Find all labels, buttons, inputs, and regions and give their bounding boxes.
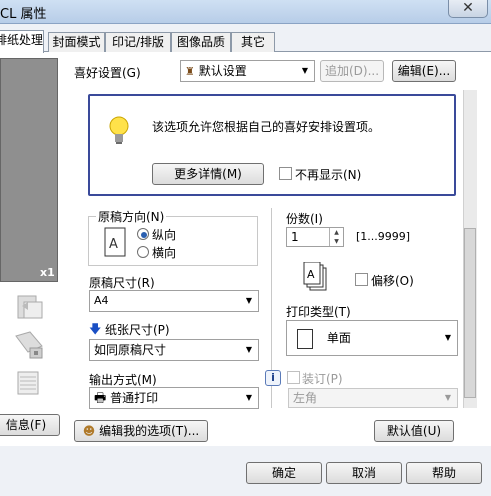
favorites-label: 喜好设置(G)	[74, 66, 141, 80]
printer-icon: 🖶	[94, 391, 107, 406]
staple-icon	[12, 292, 46, 322]
chevron-down-icon: ▼	[245, 296, 252, 305]
user-icon: ☻	[82, 424, 96, 438]
tip-text: 该选项允许您根据自己的喜好安排设置项。	[152, 120, 381, 134]
cancel-button[interactable]: 取消	[326, 462, 402, 484]
arrow-down-icon: 🡇	[89, 322, 102, 336]
scrollbar-thumb[interactable]	[464, 228, 476, 398]
tab-paper-handling[interactable]: 排纸处理	[0, 30, 44, 53]
preview-copy-count: x1	[40, 266, 55, 279]
tab-other[interactable]: 其它	[231, 32, 275, 52]
dont-show-again-checkbox[interactable]	[279, 167, 292, 180]
chevron-down-icon: ▼	[245, 345, 252, 354]
window-title: CL 属性	[0, 7, 47, 22]
tip-box	[88, 94, 456, 196]
tab-cover-mode[interactable]: 封面模式	[48, 32, 105, 52]
chevron-down-icon: ▼	[444, 333, 451, 342]
portrait-label: 纵向	[152, 228, 177, 242]
paper-size-select[interactable]: 如同原稿尺寸 ▼	[89, 339, 259, 361]
collate-pages-icon: A	[302, 261, 328, 292]
add-favorite-button[interactable]: 追加(D)...	[320, 60, 384, 82]
info-button[interactable]: 信息(F)	[0, 414, 60, 436]
original-size-label: 原稿尺寸(R)	[89, 276, 155, 290]
output-method-select[interactable]: 🖶 普通打印 ▼	[89, 387, 259, 409]
info-icon[interactable]: i	[265, 370, 281, 386]
edit-my-tab-button[interactable]: ☻ 编辑我的选项(T)...	[74, 420, 208, 442]
single-side-page-icon	[297, 328, 313, 349]
staple-label: 装订(P)	[302, 372, 343, 386]
offset-label: 偏移(O)	[371, 274, 414, 288]
staple-position-value: 左角	[293, 391, 318, 405]
dont-show-again-label: 不再显示(N)	[295, 168, 362, 182]
favorites-select[interactable]: ♜ 默认设置 ▼	[180, 60, 315, 82]
title-bar	[0, 0, 491, 24]
portrait-radio[interactable]	[137, 228, 149, 240]
close-button[interactable]: ✕	[448, 0, 488, 18]
offset-checkbox[interactable]	[355, 273, 368, 286]
copies-spinner[interactable]: ▲ ▼	[329, 228, 343, 246]
help-button[interactable]: 帮助	[406, 462, 482, 484]
portrait-page-icon: A	[104, 227, 126, 257]
tab-image-quality[interactable]: 图像品质	[171, 32, 231, 52]
copies-label: 份数(I)	[286, 212, 323, 226]
tab-stamp-layout[interactable]: 印记/排版	[105, 32, 171, 52]
chevron-down-icon: ▼	[444, 393, 451, 402]
orientation-label: 原稿方向(N)	[96, 208, 167, 225]
default-button[interactable]: 默认值(U)	[374, 420, 454, 442]
original-size-value: A4	[94, 294, 109, 307]
edit-my-tab-label: 编辑我的选项(T)...	[99, 424, 200, 438]
staple-checkbox[interactable]	[287, 371, 300, 384]
landscape-label: 横向	[152, 246, 177, 260]
staple-position-select[interactable]: 左角 ▼	[288, 388, 458, 408]
output-method-label: 输出方式(M)	[89, 373, 157, 387]
print-type-label: 打印类型(T)	[286, 305, 351, 319]
chevron-down-icon: ▼	[245, 393, 252, 402]
edit-favorite-button[interactable]: 编辑(E)...	[392, 60, 456, 82]
hole-punch-icon	[12, 328, 46, 362]
svg-text:A: A	[307, 268, 315, 281]
svg-text:A: A	[109, 237, 118, 252]
print-type-value: 单面	[326, 331, 351, 345]
print-type-select[interactable]: 单面 ▼	[286, 320, 458, 356]
output-method-value: 普通打印	[110, 391, 159, 405]
lightbulb-icon	[106, 114, 132, 146]
fold-icon	[12, 368, 46, 398]
chevron-down-icon: ▼	[301, 66, 308, 75]
original-size-select[interactable]: A4 ▼	[89, 290, 259, 312]
copies-range: [1...9999]	[356, 230, 411, 243]
paper-size-label: 纸张尺寸(P)	[105, 323, 170, 337]
ok-button[interactable]: 确定	[246, 462, 322, 484]
landscape-radio[interactable]	[137, 246, 149, 258]
paper-size-value: 如同原稿尺寸	[94, 343, 167, 357]
print-preview	[0, 58, 58, 282]
copies-value: 1	[291, 230, 299, 244]
favorites-selected-value: 默认设置	[198, 64, 247, 78]
favorite-user-icon: ♜	[185, 65, 195, 78]
more-details-button[interactable]: 更多详情(M)	[152, 163, 264, 185]
